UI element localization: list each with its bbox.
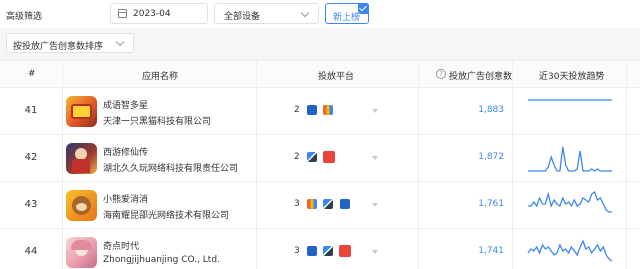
filter-bar: 高级筛选 2023-04 全部设备 新上榜 [0,0,640,28]
red-badge-icon [339,245,351,257]
app-icon[interactable] [66,237,97,268]
platform-count: 2 [294,105,300,115]
app-company: 天津一只黑猫科技有限公司 [103,117,212,127]
wave-icon [323,199,333,209]
new-listing-label: 新上榜 [333,13,361,23]
ad-count: 1,741 [478,246,504,256]
blue-square-icon [307,105,317,115]
ad-count: 1,883 [478,105,504,115]
table-row[interactable]: 43 小熊爱消消 海南耀昆邵光网络技术有限公司 3 1,761 [0,182,640,229]
rank-cell: 41 [24,105,38,116]
ad-count: 1,872 [478,152,504,162]
caret-down-icon[interactable] [372,109,378,113]
table-header: # 应用名称 投放平台 ? 投放广告创意数 近30天投放趋势 [0,61,640,88]
platform-count: 3 [294,246,300,256]
chevron-down-icon [300,8,310,18]
checkmark-icon [358,3,369,14]
app-name-header: 应用名称 [142,72,179,82]
trend-chart [528,146,612,172]
trend-chart [528,190,612,213]
app-icon[interactable] [66,96,97,127]
app-company: 湖北久久玩网络科技有限责任公司 [103,164,239,174]
table-row[interactable]: 41 成语智多星 天津一只黑猫科技有限公司 2 1,883 [0,88,640,135]
chevron-down-icon [115,37,125,47]
tricolor-stripes-icon [307,199,317,209]
advanced-filter-label: 高级筛选 [6,12,43,22]
date-value: 2023-04 [133,9,171,19]
caret-down-icon[interactable] [372,250,378,254]
sort-value: 按投放广告创意数排序 [13,42,104,52]
blue-square-icon [340,199,350,209]
trend-line [528,190,612,213]
date-picker[interactable]: 2023-04 [110,3,208,24]
ad-count-header[interactable]: 投放广告创意数 [449,69,512,82]
rank-header: # [28,69,36,79]
caret-down-icon[interactable] [372,156,378,160]
wave-icon [307,152,317,162]
caret-down-icon[interactable] [372,203,378,207]
platform-count: 3 [294,199,300,209]
sort-select[interactable]: 按投放广告创意数排序 [6,33,134,53]
wave-icon [323,246,333,256]
calendar-icon [118,9,127,18]
red-badge-icon [323,151,335,163]
platform-header: 投放平台 [318,72,355,82]
device-select[interactable]: 全部设备 [214,3,319,24]
table-row[interactable]: 42 西游修仙传 湖北久久玩网络科技有限责任公司 2 1,872 [0,135,640,182]
trend-header: 近30天投放趋势 [539,72,605,82]
rank-cell: 43 [24,199,38,210]
app-name[interactable]: 成语智多星 [103,98,148,111]
ad-count: 1,761 [478,199,504,209]
device-value: 全部设备 [224,12,261,22]
app-icon[interactable] [66,143,97,174]
app-name[interactable]: 小熊爱消消 [103,192,148,205]
trend-line [528,146,612,172]
platform-count: 2 [294,152,300,162]
app-name[interactable]: 西游修仙传 [103,145,148,158]
rank-cell: 42 [24,152,38,163]
ranking-table: # 应用名称 投放平台 ? 投放广告创意数 近30天投放趋势 41 成语智多星 … [0,60,640,269]
trend-chart [528,99,612,101]
rank-cell: 44 [24,246,38,257]
new-listing-toggle[interactable]: 新上榜 [325,3,369,24]
info-icon[interactable]: ? [436,69,446,79]
table-row[interactable]: 44 奇点时代 Zhongjijhuanjing CO., Ltd. 3 1,7… [0,229,640,269]
app-company: 海南耀昆邵光网络技术有限公司 [103,211,230,221]
blue-square-icon [307,246,317,256]
trend-chart [527,239,613,262]
trend-line [527,239,613,262]
app-icon[interactable] [66,190,97,221]
tricolor-stripes-icon [323,105,333,115]
app-name[interactable]: 奇点时代 [103,239,139,252]
app-company: Zhongjijhuanjing CO., Ltd. [103,255,220,265]
